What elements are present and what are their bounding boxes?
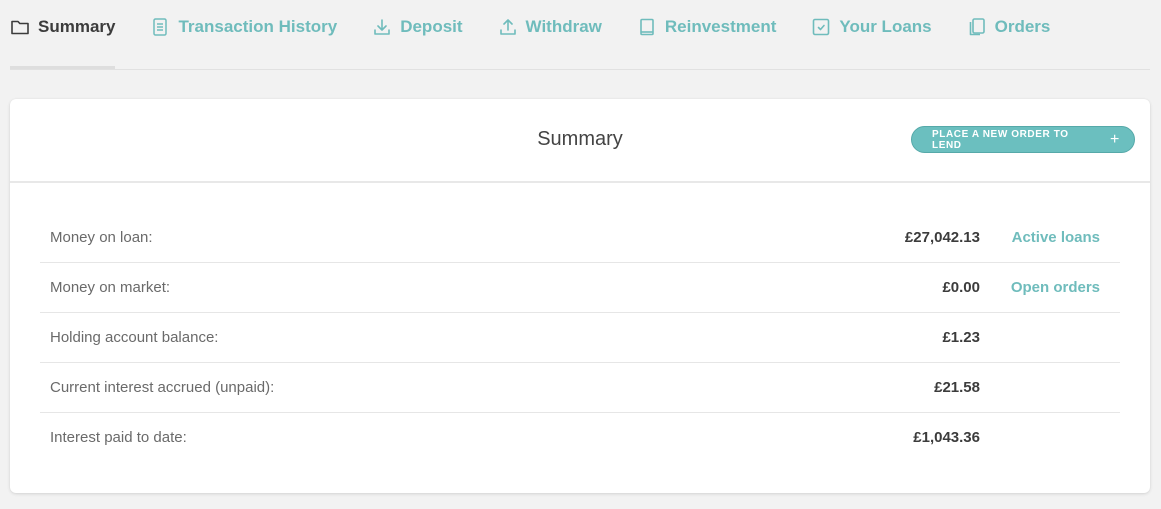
row-value: £1.23 <box>942 329 980 346</box>
tab-your-loans[interactable]: Your Loans <box>811 0 932 54</box>
summary-row-interest-accrued: Current interest accrued (unpaid): £21.5… <box>40 363 1120 413</box>
tab-label: Deposit <box>400 17 463 36</box>
row-label: Money on loan: <box>50 229 153 246</box>
tab-reinvestment[interactable]: Reinvestment <box>637 0 776 54</box>
row-label: Current interest accrued (unpaid): <box>50 379 275 396</box>
tab-deposit[interactable]: Deposit <box>372 0 463 54</box>
card-header: Summary PLACE A NEW ORDER TO LEND + <box>10 99 1150 183</box>
folder-icon <box>10 17 30 37</box>
tab-label: Orders <box>994 17 1051 36</box>
row-value: £0.00 <box>942 279 980 296</box>
row-label: Money on market: <box>50 279 171 296</box>
summary-card: Summary PLACE A NEW ORDER TO LEND + Mone… <box>10 99 1150 493</box>
download-icon <box>372 17 392 37</box>
book-icon <box>637 17 657 37</box>
summary-row-interest-paid: Interest paid to date: £1,043.36 <box>40 413 1120 462</box>
document-icon <box>150 17 170 37</box>
tab-orders[interactable]: Orders <box>967 0 1051 54</box>
active-loans-link[interactable]: Active loans <box>1012 229 1100 246</box>
copy-icon <box>967 17 987 37</box>
tab-label: Your Loans <box>839 17 932 36</box>
summary-row-holding-balance: Holding account balance: £1.23 <box>40 313 1120 363</box>
row-value: £21.58 <box>934 379 980 396</box>
summary-row-money-on-market: Money on market: £0.00 Open orders <box>40 263 1120 313</box>
tab-transaction-history[interactable]: Transaction History <box>150 0 337 54</box>
checkbox-icon <box>811 17 831 37</box>
upload-icon <box>498 17 518 37</box>
row-label: Interest paid to date: <box>50 429 187 446</box>
plus-icon: + <box>1110 130 1120 148</box>
row-value: £1,043.36 <box>913 429 980 446</box>
tab-label: Transaction History <box>178 17 338 36</box>
summary-rows: Money on loan: £27,042.13 Active loans M… <box>40 213 1120 462</box>
tab-label: Summary <box>38 17 116 36</box>
place-new-order-button[interactable]: PLACE A NEW ORDER TO LEND + <box>911 126 1135 153</box>
tab-label: Withdraw <box>525 17 602 36</box>
row-value: £27,042.13 <box>904 229 980 246</box>
row-label: Holding account balance: <box>50 329 219 346</box>
new-order-label: PLACE A NEW ORDER TO LEND <box>932 128 1069 151</box>
account-tabs: Summary Transaction History Deposit With… <box>10 0 1150 70</box>
tab-label: Reinvestment <box>664 17 777 36</box>
summary-row-money-on-loan: Money on loan: £27,042.13 Active loans <box>40 213 1120 263</box>
open-orders-link[interactable]: Open orders <box>1011 279 1100 296</box>
tab-withdraw[interactable]: Withdraw <box>498 0 602 54</box>
tab-summary[interactable]: Summary <box>10 0 116 69</box>
